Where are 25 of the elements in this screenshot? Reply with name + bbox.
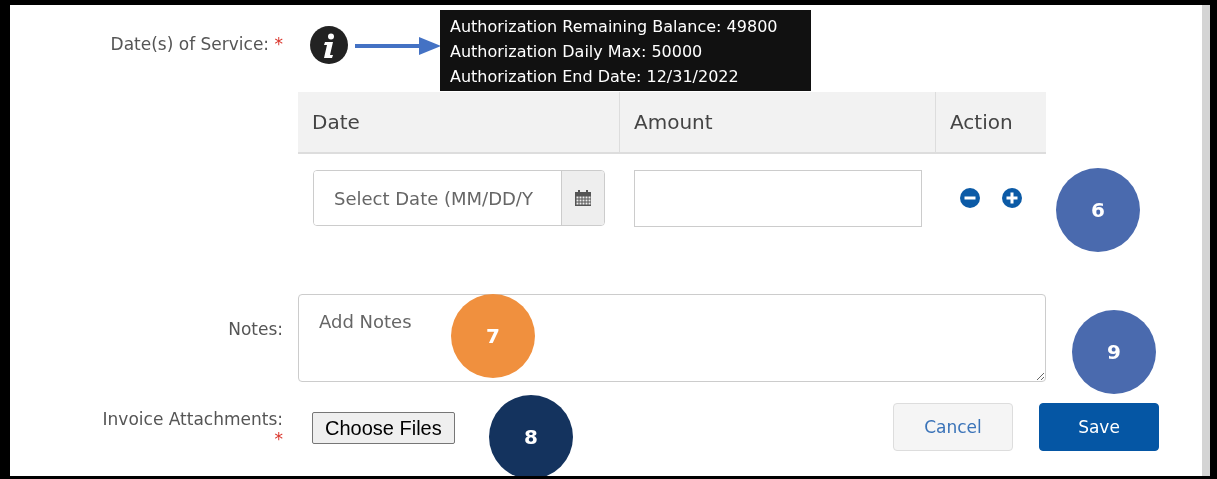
number-badge: 6	[1056, 168, 1140, 252]
number-badge: 8	[489, 395, 573, 476]
choose-files-button[interactable]: Choose Files	[312, 412, 455, 444]
add-icon[interactable]	[1002, 188, 1022, 208]
field-label: Notes:	[227, 318, 283, 341]
tooltip-text: Authorization Daily Max: 50000	[450, 41, 704, 63]
column-header: Action	[949, 109, 1014, 136]
column-header: Amount	[620, 92, 936, 152]
amount-field[interactable]	[634, 170, 922, 227]
required-mark: *	[274, 34, 283, 54]
info-icon[interactable]	[310, 26, 348, 64]
date-field[interactable]: Select Date (MM/DD/Y	[313, 170, 605, 226]
field-label: Date(s) of Service: *	[109, 33, 283, 56]
scrollbar[interactable]	[1202, 5, 1210, 476]
remove-icon[interactable]	[960, 188, 980, 208]
cancel-button[interactable]: Cancel	[893, 403, 1013, 451]
number-badge: 9	[1072, 310, 1156, 394]
required-mark: *	[274, 429, 283, 450]
calendar-icon[interactable]	[561, 171, 604, 225]
tooltip-text: Authorization End Date: 12/31/2022	[450, 66, 740, 88]
column-header: Date	[298, 92, 620, 152]
tooltip-text: Authorization Remaining Balance: 49800	[450, 16, 779, 38]
save-button[interactable]: Save	[1039, 403, 1159, 451]
field-label: Invoice Attachments:	[102, 409, 283, 430]
arrow-icon	[355, 36, 441, 56]
